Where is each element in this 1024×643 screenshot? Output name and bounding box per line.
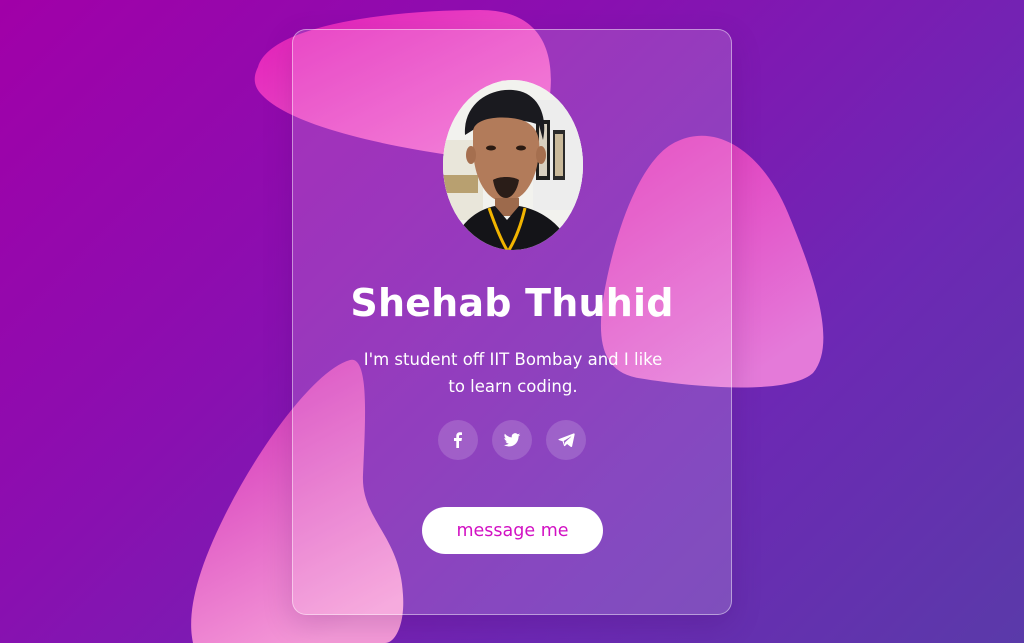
social-links (293, 420, 731, 460)
profile-card: Shehab Thuhid I'm student off IIT Bombay… (292, 29, 732, 615)
avatar (443, 80, 583, 250)
profile-name: Shehab Thuhid (350, 281, 674, 325)
telegram-icon (558, 433, 575, 448)
facebook-icon (454, 432, 462, 448)
profile-photo (443, 80, 583, 250)
message-me-button[interactable]: message me (422, 507, 603, 554)
twitter-link[interactable] (492, 420, 532, 460)
twitter-icon (503, 433, 521, 447)
profile-bio: I'm student off IIT Bombay and I like to… (363, 350, 663, 396)
telegram-link[interactable] (546, 420, 586, 460)
facebook-link[interactable] (438, 420, 478, 460)
